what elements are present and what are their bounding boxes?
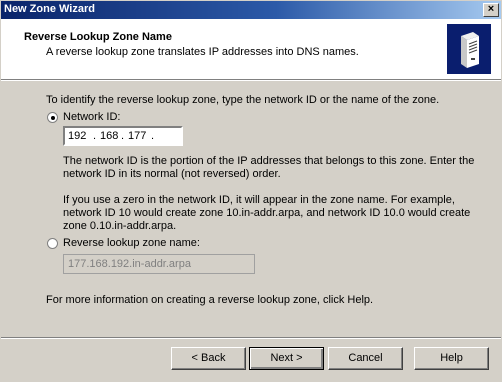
- title-bar[interactable]: New Zone Wizard ×: [1, 1, 501, 19]
- cancel-button[interactable]: Cancel: [328, 347, 403, 370]
- window-title: New Zone Wizard: [4, 3, 95, 15]
- network-id-desc-line2: network ID in its normal (not reversed) …: [63, 168, 281, 180]
- new-zone-wizard-window: New Zone Wizard × Reverse Lookup Zone Na…: [0, 0, 502, 382]
- next-button[interactable]: Next >: [249, 347, 324, 370]
- reverse-zone-label[interactable]: Reverse lookup zone name:: [63, 236, 200, 250]
- zero-note-line1: If you use a zero in the network ID, it …: [63, 194, 455, 206]
- intro-text: To identify the reverse lookup zone, typ…: [46, 94, 440, 106]
- network-id-input[interactable]: 192 . 168 . 177 .: [63, 126, 183, 146]
- button-divider: [1, 337, 501, 339]
- page-subtitle: A reverse lookup zone translates IP addr…: [46, 46, 359, 58]
- page-title: Reverse Lookup Zone Name: [24, 31, 172, 43]
- reverse-zone-radio[interactable]: [47, 238, 58, 249]
- ip-octet-3[interactable]: 177: [128, 130, 146, 142]
- help-info-text: For more information on creating a rever…: [46, 294, 374, 306]
- help-button[interactable]: Help: [414, 347, 489, 370]
- network-id-radio[interactable]: [47, 112, 58, 123]
- server-icon: [447, 24, 491, 74]
- network-id-label[interactable]: Network ID:: [63, 110, 120, 124]
- network-id-desc-line1: The network ID is the portion of the IP …: [63, 155, 475, 167]
- zero-note-line3: zone 0.10.in-addr.arpa.: [63, 220, 177, 232]
- ip-octet-1[interactable]: 192: [68, 130, 86, 142]
- reverse-zone-value: 177.168.192.in-addr.arpa: [68, 258, 191, 270]
- close-button[interactable]: ×: [483, 3, 499, 17]
- reverse-zone-input[interactable]: 177.168.192.in-addr.arpa: [63, 254, 255, 274]
- wizard-header: Reverse Lookup Zone Name A reverse looku…: [1, 19, 501, 79]
- zero-note-line2: network ID 10 would create zone 10.in-ad…: [63, 207, 471, 219]
- close-icon: ×: [487, 3, 495, 15]
- back-button[interactable]: < Back: [171, 347, 246, 370]
- ip-octet-2[interactable]: 168: [100, 130, 118, 142]
- header-divider: [1, 79, 501, 81]
